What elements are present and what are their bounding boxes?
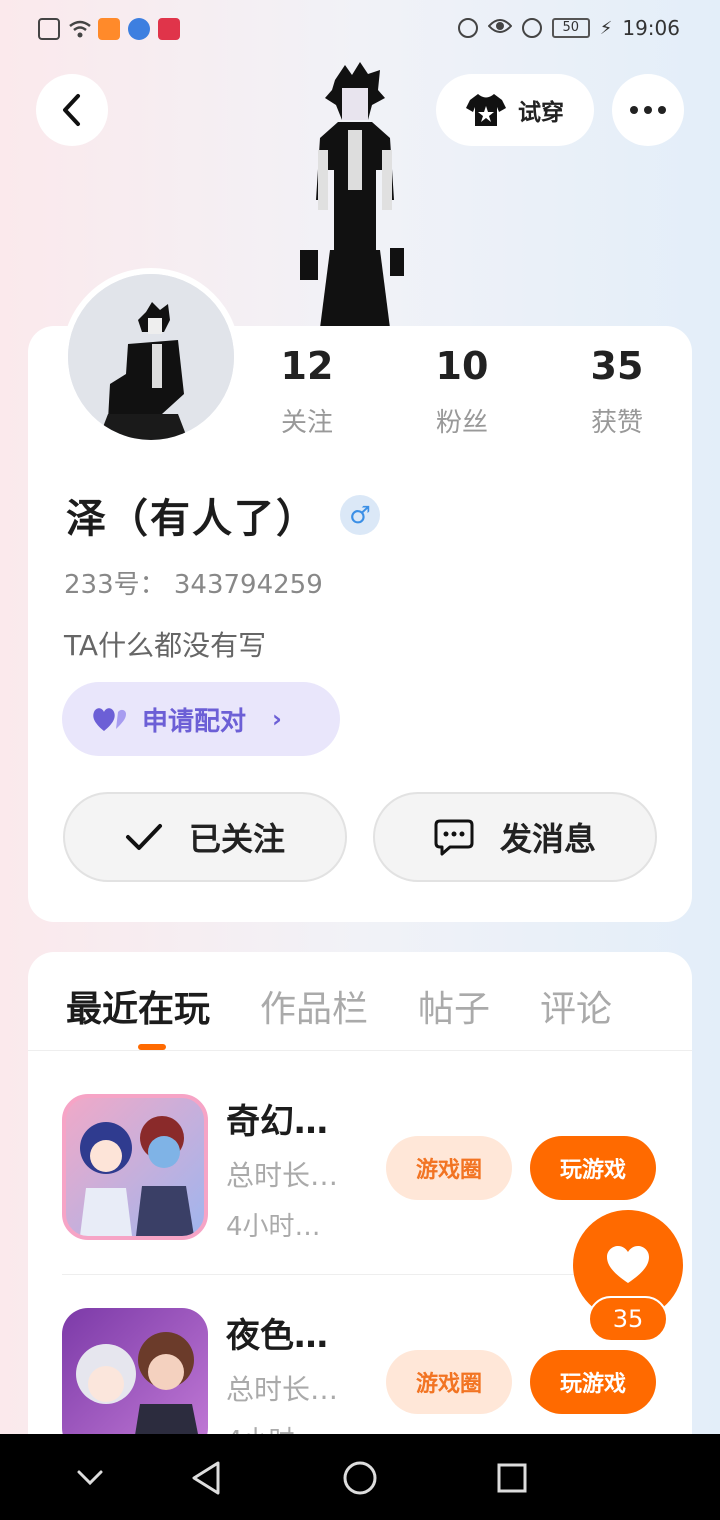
- user-bio: TA什么都没有写: [64, 629, 267, 662]
- game-playtime-label: 总时长…: [226, 1159, 339, 1192]
- following-button[interactable]: 已关注: [63, 792, 347, 882]
- check-icon: [125, 824, 162, 850]
- character-outfit-image: [290, 60, 420, 328]
- play-game-button[interactable]: 玩游戏: [530, 1350, 656, 1414]
- game-app-icon: [158, 18, 180, 40]
- nav-recents-icon[interactable]: [492, 1458, 532, 1498]
- try-on-button[interactable]: 试穿: [436, 74, 594, 146]
- back-button[interactable]: [36, 74, 108, 146]
- name-row: 泽（有人了） ♂: [66, 486, 380, 544]
- battery-indicator: 50: [551, 18, 590, 38]
- stat-fans[interactable]: 10 粉丝: [407, 344, 517, 439]
- hearts-icon: [93, 708, 126, 731]
- alarm-icon: [521, 18, 542, 38]
- game-playtime-value: 4小时…: [226, 1212, 321, 1242]
- chat-icon: [434, 819, 474, 856]
- stat-value: 12: [280, 344, 334, 388]
- stat-likes[interactable]: 35 获赞: [562, 344, 672, 439]
- user-name: 泽（有人了）: [66, 496, 318, 542]
- stat-value: 35: [590, 344, 644, 388]
- user-id[interactable]: 233号： 343794259: [64, 564, 323, 601]
- notification-icons: [38, 18, 180, 40]
- following-label: 已关注: [188, 820, 285, 858]
- game-icon-image[interactable]: [62, 1094, 208, 1240]
- try-on-label: 试穿: [518, 100, 564, 126]
- male-icon: ♂: [340, 495, 380, 535]
- divider: [28, 1050, 692, 1051]
- nav-back-icon[interactable]: [186, 1458, 226, 1498]
- games-card: 最近在玩 作品栏 帖子 评论 奇幻… 总时长… 4小时… 游戏圈 玩游戏 夜色……: [28, 952, 692, 1452]
- play-app-icon: [98, 18, 120, 40]
- tab-recently-played[interactable]: 最近在玩: [66, 980, 210, 1032]
- avatar[interactable]: [62, 268, 240, 446]
- send-message-label: 发消息: [499, 820, 596, 858]
- send-message-button[interactable]: 发消息: [373, 792, 657, 882]
- tshirt-icon: [466, 94, 506, 126]
- game-item[interactable]: 夜色… 总时长… 4小时… 游戏圈 玩游戏: [62, 1308, 662, 1452]
- clock: 19:06: [622, 16, 680, 40]
- chevron-left-icon: [63, 94, 80, 126]
- stat-label: 粉丝: [435, 408, 488, 438]
- stat-value: 10: [435, 344, 489, 388]
- game-circle-button[interactable]: 游戏圈: [386, 1136, 512, 1200]
- wifi-icon: [68, 18, 91, 40]
- charging-icon: ⚡: [599, 17, 613, 39]
- game-playtime-label: 总时长…: [226, 1373, 339, 1406]
- game-title: 夜色…: [226, 1316, 328, 1356]
- more-icon: [630, 106, 638, 114]
- tab-comments[interactable]: 评论: [540, 980, 612, 1032]
- tab-posts[interactable]: 帖子: [418, 980, 490, 1032]
- alert-icon: [38, 18, 60, 40]
- game-circle-button[interactable]: 游戏圈: [386, 1350, 512, 1414]
- nav-home-icon[interactable]: [340, 1458, 380, 1498]
- heart-icon: [607, 1246, 649, 1283]
- like-count-badge: 35: [588, 1296, 668, 1342]
- eye-icon: [487, 16, 513, 40]
- stat-following[interactable]: 12 关注: [252, 344, 362, 439]
- chevron-right-icon: ›: [272, 705, 282, 733]
- status-bar: 50 ⚡ 19:06: [0, 0, 720, 60]
- more-options-button[interactable]: [612, 74, 684, 146]
- browser-app-icon: [128, 18, 150, 40]
- stat-label: 关注: [280, 408, 333, 438]
- game-item[interactable]: 奇幻… 总时长… 4小时… 游戏圈 玩游戏: [62, 1094, 662, 1242]
- collapse-icon[interactable]: [70, 1458, 110, 1498]
- game-icon-image[interactable]: [62, 1308, 208, 1452]
- stats-row: 12 关注 10 粉丝 35 获赞: [252, 344, 672, 439]
- play-game-button[interactable]: 玩游戏: [530, 1136, 656, 1200]
- stat-label: 获赞: [590, 408, 643, 438]
- tab-works[interactable]: 作品栏: [260, 980, 368, 1032]
- system-nav-bar: [0, 1434, 720, 1520]
- divider: [62, 1274, 662, 1275]
- game-title: 奇幻…: [226, 1102, 328, 1142]
- profile-tabs: 最近在玩 作品栏 帖子 评论: [66, 980, 612, 1032]
- request-pair-button[interactable]: 申请配对 ›: [62, 682, 340, 756]
- data-saver-icon: [457, 18, 478, 38]
- request-pair-label: 申请配对: [142, 706, 247, 737]
